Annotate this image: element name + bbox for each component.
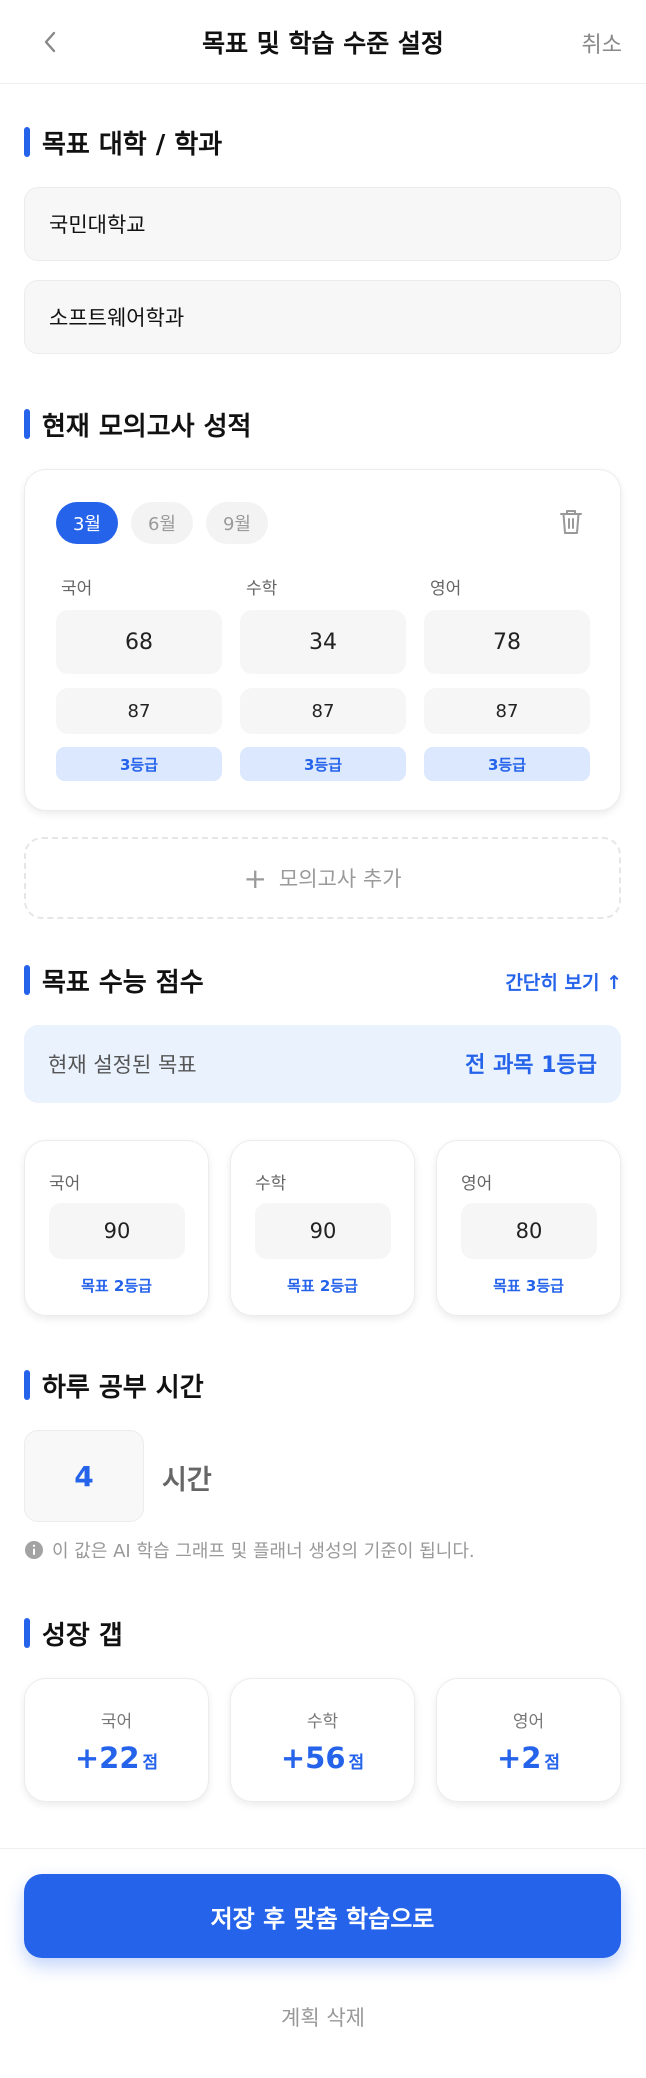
grade-badge-math: 3등급 [240, 747, 406, 781]
study-info-note: 이 값은 AI 학습 그래프 및 플래너 생성의 기준이 됩니다. [24, 1537, 475, 1563]
top-app-bar: 목표 및 학습 수준 설정 취소 [0, 0, 646, 84]
section-title-text: 현재 모의고사 성적 [42, 411, 252, 442]
goal-card-korean: 국어 90 목표 2등급 [24, 1140, 209, 1316]
goal-subject-label: 국어 [49, 1174, 81, 1194]
gap-value-math: +56 점 [231, 1741, 414, 1775]
subject-label-math: 수학 [246, 579, 278, 599]
section-accent-bar [24, 127, 30, 157]
study-info-text: 이 값은 AI 학습 그래프 및 플래너 생성의 기준이 됩니다. [52, 1541, 475, 1562]
goal-score-input-english[interactable]: 80 [461, 1203, 597, 1259]
delete-plan-button[interactable]: 계획 삭제 [0, 2002, 646, 2032]
gap-card-math: 수학 +56 점 [230, 1678, 415, 1802]
month-tab-3[interactable]: 3월 [56, 502, 118, 544]
section-accent-bar [24, 409, 30, 439]
add-mock-exam-button[interactable]: + 모의고사 추가 [24, 837, 621, 919]
grade-badge-english: 3등급 [424, 747, 590, 781]
simple-view-toggle[interactable]: 간단히 보기 ↑ [505, 968, 622, 995]
plus-icon: + [243, 861, 267, 895]
goal-subject-label: 영어 [461, 1174, 493, 1194]
gap-unit: 점 [348, 1753, 365, 1773]
percentile-input-english[interactable]: 87 [424, 688, 590, 734]
gap-subject-label: 영어 [512, 1712, 545, 1732]
grade-badge-korean: 3등급 [56, 747, 222, 781]
goal-score-input-korean[interactable]: 90 [49, 1203, 185, 1259]
section-accent-bar [24, 1618, 30, 1648]
gap-unit: 점 [142, 1753, 159, 1773]
section-title-target: 목표 대학 / 학과 [24, 126, 223, 160]
goal-grade-korean: 목표 2등급 [81, 1277, 152, 1295]
gap-value-korean: +22 점 [25, 1741, 208, 1775]
page-title: 목표 및 학습 수준 설정 [202, 29, 444, 58]
gap-value-english: +2 점 [437, 1741, 620, 1775]
department-field[interactable]: 소프트웨어학과 [24, 280, 621, 354]
section-title-study: 하루 공부 시간 [24, 1369, 204, 1403]
gap-number: +2 [496, 1741, 542, 1775]
delete-exam-button[interactable] [558, 508, 584, 536]
gap-card-english: 영어 +2 점 [436, 1678, 621, 1802]
goal-grade-math: 목표 2등급 [287, 1277, 358, 1295]
section-title-text: 성장 갭 [42, 1620, 123, 1651]
cancel-button[interactable]: 취소 [582, 27, 622, 59]
section-title-goal: 목표 수능 점수 [24, 964, 204, 998]
section-title-text: 하루 공부 시간 [42, 1372, 204, 1403]
gap-subject-label: 국어 [100, 1712, 133, 1732]
score-input-math[interactable]: 34 [240, 610, 406, 674]
gap-unit: 점 [544, 1753, 561, 1773]
goal-card-math: 수학 90 목표 2등급 [230, 1140, 415, 1316]
month-tab-6[interactable]: 6월 [131, 502, 193, 544]
percentile-input-korean[interactable]: 87 [56, 688, 222, 734]
study-hours-input[interactable]: 4 [24, 1430, 144, 1522]
gap-number: +22 [74, 1741, 140, 1775]
add-mock-exam-label: 모의고사 추가 [278, 867, 402, 891]
info-icon [25, 1541, 43, 1559]
gap-card-korean: 국어 +22 점 [24, 1678, 209, 1802]
score-input-korean[interactable]: 68 [56, 610, 222, 674]
university-field[interactable]: 국민대학교 [24, 187, 621, 261]
percentile-input-math[interactable]: 87 [240, 688, 406, 734]
current-goal-banner: 현재 설정된 목표 전 과목 1등급 [24, 1025, 621, 1103]
section-title-mock: 현재 모의고사 성적 [24, 408, 252, 442]
month-tab-9[interactable]: 9월 [206, 502, 268, 544]
section-accent-bar [24, 1370, 30, 1400]
subject-label-english: 영어 [430, 579, 462, 599]
current-goal-value: 전 과목 1등급 [465, 1053, 597, 1078]
study-hours-unit: 시간 [162, 1465, 212, 1496]
goal-subject-label: 수학 [255, 1174, 287, 1194]
subject-label-korean: 국어 [61, 579, 93, 599]
section-title-text: 목표 수능 점수 [42, 967, 204, 998]
goal-score-input-math[interactable]: 90 [255, 1203, 391, 1259]
gap-subject-label: 수학 [306, 1712, 339, 1732]
score-input-english[interactable]: 78 [424, 610, 590, 674]
section-accent-bar [24, 965, 30, 995]
footer-divider [0, 1848, 646, 1849]
trash-icon [560, 510, 582, 534]
gap-number: +56 [280, 1741, 346, 1775]
mock-exam-card: 3월 6월 9월 국어 68 87 3등급 수학 34 87 3등급 영어 78… [24, 469, 621, 811]
current-goal-label: 현재 설정된 목표 [48, 1053, 197, 1077]
goal-grade-english: 목표 3등급 [493, 1277, 564, 1295]
section-title-gap: 성장 갭 [24, 1617, 123, 1651]
section-title-text: 목표 대학 / 학과 [42, 129, 223, 160]
save-button[interactable]: 저장 후 맞춤 학습으로 [24, 1874, 621, 1958]
goal-card-english: 영어 80 목표 3등급 [436, 1140, 621, 1316]
